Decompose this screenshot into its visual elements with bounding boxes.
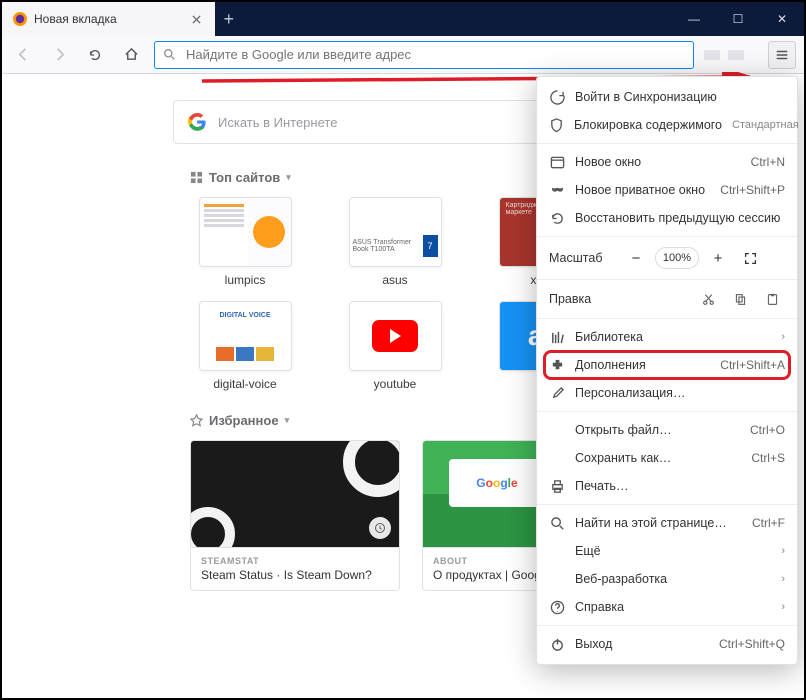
chevron-down-icon: ▾	[286, 172, 291, 183]
tile-thumb	[199, 197, 292, 267]
highlight-tile[interactable]: STEAMSTAT Steam Status · Is Steam Down?	[190, 440, 400, 591]
menu-new-private[interactable]: Новое приватное окноCtrl+Shift+P	[537, 176, 797, 204]
help-icon	[549, 599, 565, 615]
highlight-thumb	[190, 440, 400, 548]
nav-toolbar	[2, 36, 804, 74]
menu-restore-session[interactable]: Восстановить предыдущую сессию	[537, 204, 797, 232]
menu-print[interactable]: Печать…	[537, 472, 797, 500]
tab-new[interactable]: Новая вкладка	[2, 2, 215, 36]
menu-zoom: Масштаб − 100% +	[537, 241, 797, 275]
app-menu-button[interactable]	[768, 41, 796, 69]
google-logo-icon	[188, 113, 206, 131]
tile-thumb: ASUS Transformer Book T100TA7	[349, 197, 442, 267]
back-button[interactable]	[10, 42, 36, 68]
clock-icon	[369, 517, 391, 539]
menu-addons[interactable]: ДополненияCtrl+Shift+A	[537, 351, 797, 379]
chevron-right-icon: ›	[781, 573, 785, 585]
menu-exit[interactable]: ВыходCtrl+Shift+Q	[537, 630, 797, 658]
window-icon	[549, 154, 565, 170]
url-input[interactable]	[184, 46, 685, 63]
window-close-button[interactable]: ✕	[760, 2, 804, 36]
top-site-tile[interactable]: DIGITAL VOICE digital-voice	[190, 301, 300, 391]
menu-more[interactable]: Ещё›	[537, 537, 797, 565]
power-icon	[549, 636, 565, 652]
zoom-level[interactable]: 100%	[655, 247, 699, 269]
home-button[interactable]	[118, 42, 144, 68]
menu-find[interactable]: Найти на этой странице…Ctrl+F	[537, 509, 797, 537]
copy-button[interactable]	[727, 287, 753, 311]
chevron-right-icon: ›	[781, 331, 785, 343]
zoom-in-button[interactable]: +	[705, 246, 731, 270]
menu-new-window[interactable]: Новое окноCtrl+N	[537, 148, 797, 176]
firefox-icon	[12, 11, 28, 27]
tab-close-icon[interactable]	[189, 11, 205, 27]
menu-save-as[interactable]: Сохранить как…Ctrl+S	[537, 444, 797, 472]
shield-icon	[549, 117, 564, 133]
search-icon	[549, 515, 565, 531]
brush-icon	[549, 385, 565, 401]
toolbar-extensions-area	[704, 48, 758, 62]
tile-thumb	[349, 301, 442, 371]
app-menu-panel: Войти в Синхронизацию Блокировка содержи…	[536, 76, 798, 665]
fullscreen-button[interactable]	[737, 246, 763, 270]
top-site-tile[interactable]: ASUS Transformer Book T100TA7 asus	[340, 197, 450, 287]
highlights-icon	[190, 414, 203, 427]
menu-sync[interactable]: Войти в Синхронизацию	[537, 83, 797, 111]
search-icon	[163, 48, 176, 61]
mask-icon	[549, 182, 565, 198]
chevron-down-icon: ▾	[285, 415, 290, 426]
menu-customize[interactable]: Персонализация…	[537, 379, 797, 407]
addons-icon	[549, 357, 565, 373]
grid-icon	[190, 171, 203, 184]
sync-icon	[549, 89, 565, 105]
paste-button[interactable]	[759, 287, 785, 311]
window-maximize-button[interactable]: ☐	[716, 2, 760, 36]
search-placeholder: Искать в Интернете	[218, 115, 337, 130]
title-bar: Новая вкладка + — ☐ ✕	[2, 2, 804, 36]
tab-title: Новая вкладка	[34, 12, 117, 26]
top-site-tile[interactable]: youtube	[340, 301, 450, 391]
top-site-tile[interactable]: lumpics	[190, 197, 300, 287]
menu-library[interactable]: Библиотека›	[537, 323, 797, 351]
forward-button[interactable]	[46, 42, 72, 68]
menu-help[interactable]: Справка›	[537, 593, 797, 621]
chevron-right-icon: ›	[781, 545, 785, 557]
restore-icon	[549, 210, 565, 226]
library-icon	[549, 329, 565, 345]
cut-button[interactable]	[695, 287, 721, 311]
menu-content-blocking[interactable]: Блокировка содержимого Стандартная	[537, 111, 797, 139]
chevron-right-icon: ›	[781, 601, 785, 613]
print-icon	[549, 478, 565, 494]
window-minimize-button[interactable]: —	[672, 2, 716, 36]
zoom-out-button[interactable]: −	[623, 246, 649, 270]
new-tab-button[interactable]: +	[215, 2, 243, 36]
reload-button[interactable]	[82, 42, 108, 68]
url-bar[interactable]	[154, 41, 694, 69]
menu-open-file[interactable]: Открыть файл…Ctrl+O	[537, 416, 797, 444]
menu-edit: Правка	[537, 284, 797, 314]
menu-webdev[interactable]: Веб-разработка›	[537, 565, 797, 593]
tile-thumb: DIGITAL VOICE	[199, 301, 292, 371]
